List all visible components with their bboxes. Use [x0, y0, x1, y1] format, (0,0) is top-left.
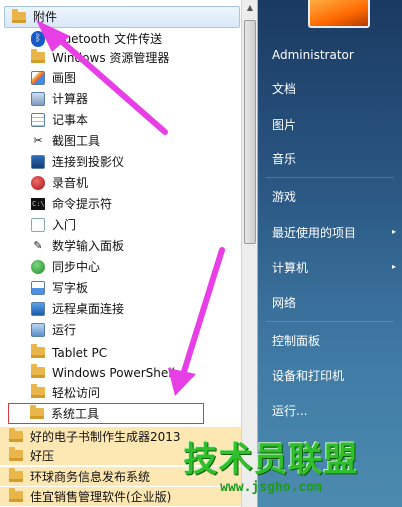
remote-desktop-icon	[30, 301, 46, 317]
separator	[266, 321, 394, 322]
submenu-arrow-icon: ▸	[391, 262, 396, 271]
folder-icon	[8, 468, 24, 485]
folder-icon	[29, 405, 45, 422]
program-item[interactable]: Windows 资源管理器	[0, 48, 241, 67]
run-icon	[30, 322, 46, 338]
programs-list: 附件 ᛒ Bluetooth 文件传送 Windows 资源管理器 画图 计算器…	[0, 0, 241, 507]
program-item[interactable]: ✂ 截图工具	[0, 131, 241, 150]
program-folder[interactable]: 环球商务信息发布系统	[0, 467, 241, 486]
user-picture[interactable]	[308, 0, 370, 28]
accessories-label: 附件	[33, 10, 58, 24]
programs-scrollbar[interactable]: ▲	[241, 0, 257, 507]
program-item[interactable]: ᛒ Bluetooth 文件传送	[0, 29, 241, 48]
program-item[interactable]: 远程桌面连接	[0, 299, 241, 318]
folder-icon	[8, 447, 24, 464]
notepad-icon	[30, 112, 46, 128]
program-item[interactable]: C:\ 命令提示符	[0, 194, 241, 213]
program-item[interactable]: 同步中心	[0, 257, 241, 276]
calculator-icon	[30, 91, 46, 107]
program-item[interactable]: 记事本	[0, 110, 241, 129]
program-folder[interactable]: 佳宜销售管理软件(企业版)	[0, 487, 241, 506]
folder-icon	[11, 8, 27, 25]
bluetooth-icon: ᛒ	[30, 30, 46, 47]
microphone-icon	[30, 175, 46, 191]
program-item[interactable]: 连接到投影仪	[0, 152, 241, 171]
program-item[interactable]: Tablet PC	[0, 343, 241, 362]
sync-icon	[30, 259, 46, 275]
games-link[interactable]: 游戏	[272, 189, 296, 205]
folder-icon	[8, 428, 24, 445]
start-menu-right-pane: Administrator 文档 图片 音乐 游戏 最近使用的项目 ▸ 计算机 …	[258, 0, 402, 507]
folder-icon	[8, 488, 24, 505]
recent-items-link[interactable]: 最近使用的项目	[272, 225, 396, 241]
program-item[interactable]: 轻松访问	[0, 383, 241, 402]
network-link[interactable]: 网络	[272, 295, 296, 311]
paint-icon	[30, 70, 46, 86]
folder-icon	[30, 344, 46, 361]
projector-icon	[30, 154, 46, 170]
music-link[interactable]: 音乐	[272, 151, 296, 167]
program-item[interactable]: Windows PowerShell	[0, 363, 241, 382]
program-item[interactable]: 录音机	[0, 173, 241, 192]
system-tools-folder[interactable]: 系统工具	[8, 403, 204, 424]
wordpad-icon	[30, 280, 46, 296]
folder-icon	[30, 49, 46, 66]
program-folder[interactable]: 好的电子书制作生成器2013	[0, 427, 241, 446]
programs-pane: 附件 ᛒ Bluetooth 文件传送 Windows 资源管理器 画图 计算器…	[0, 0, 258, 507]
user-name-link[interactable]: Administrator	[272, 47, 354, 63]
separator	[266, 177, 394, 178]
folder-icon	[30, 364, 46, 381]
run-link[interactable]: 运行...	[272, 403, 307, 419]
scrollbar-thumb[interactable]	[244, 20, 256, 244]
program-item[interactable]: 画图	[0, 68, 241, 87]
documents-link[interactable]: 文档	[272, 81, 296, 97]
submenu-arrow-icon: ▸	[391, 227, 396, 236]
program-item[interactable]: 写字板	[0, 278, 241, 297]
accessories-folder[interactable]: 附件	[4, 6, 240, 28]
scissors-icon: ✂	[33, 133, 43, 147]
program-item[interactable]: ✎ 数学输入面板	[0, 236, 241, 255]
scroll-up-arrow-icon[interactable]: ▲	[242, 0, 258, 16]
devices-printers-link[interactable]: 设备和打印机	[272, 368, 344, 384]
program-folder[interactable]: 好压	[0, 446, 241, 465]
pictures-link[interactable]: 图片	[272, 117, 296, 133]
cmd-icon: C:\	[31, 197, 45, 210]
program-item[interactable]: 计算器	[0, 89, 241, 108]
control-panel-link[interactable]: 控制面板	[272, 333, 320, 349]
program-item[interactable]: 入门	[0, 215, 241, 234]
document-icon	[30, 217, 46, 233]
pen-icon: ✎	[33, 238, 43, 252]
program-item[interactable]: 运行	[0, 320, 241, 339]
folder-icon	[30, 384, 46, 401]
computer-link[interactable]: 计算机	[272, 260, 308, 276]
